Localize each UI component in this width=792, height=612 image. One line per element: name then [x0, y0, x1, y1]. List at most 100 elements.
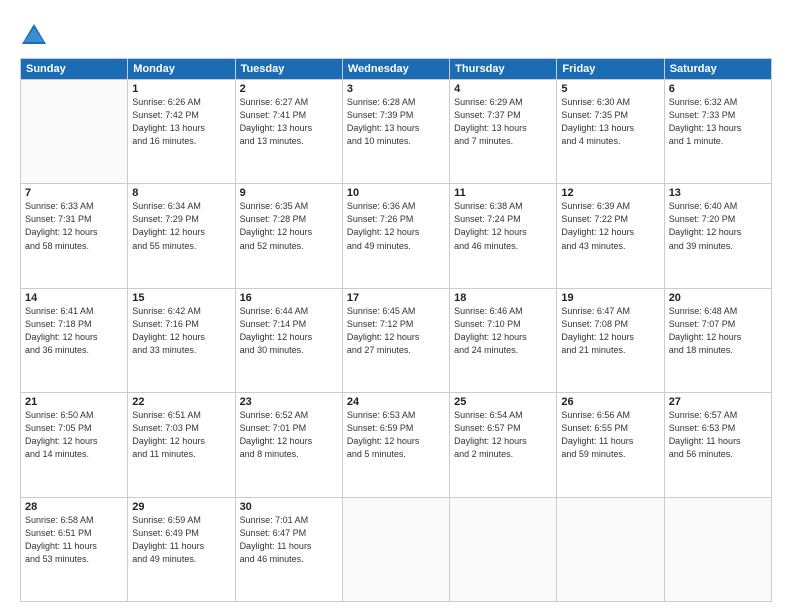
calendar-cell: 24Sunrise: 6:53 AMSunset: 6:59 PMDayligh… [342, 393, 449, 497]
day-info: Sunrise: 6:59 AMSunset: 6:49 PMDaylight:… [132, 514, 230, 566]
calendar-week-2: 7Sunrise: 6:33 AMSunset: 7:31 PMDaylight… [21, 184, 772, 288]
weekday-header-saturday: Saturday [664, 59, 771, 80]
day-number: 9 [240, 187, 338, 199]
calendar-cell: 23Sunrise: 6:52 AMSunset: 7:01 PMDayligh… [235, 393, 342, 497]
calendar-cell: 5Sunrise: 6:30 AMSunset: 7:35 PMDaylight… [557, 80, 664, 184]
day-info: Sunrise: 6:57 AMSunset: 6:53 PMDaylight:… [669, 409, 767, 461]
day-info: Sunrise: 6:29 AMSunset: 7:37 PMDaylight:… [454, 96, 552, 148]
weekday-header-tuesday: Tuesday [235, 59, 342, 80]
calendar-cell: 29Sunrise: 6:59 AMSunset: 6:49 PMDayligh… [128, 497, 235, 601]
day-number: 24 [347, 396, 445, 408]
calendar-cell [342, 497, 449, 601]
calendar-cell: 1Sunrise: 6:26 AMSunset: 7:42 PMDaylight… [128, 80, 235, 184]
header [20, 18, 772, 50]
calendar-week-5: 28Sunrise: 6:58 AMSunset: 6:51 PMDayligh… [21, 497, 772, 601]
weekday-header-wednesday: Wednesday [342, 59, 449, 80]
day-number: 15 [132, 292, 230, 304]
day-info: Sunrise: 6:52 AMSunset: 7:01 PMDaylight:… [240, 409, 338, 461]
calendar-cell: 28Sunrise: 6:58 AMSunset: 6:51 PMDayligh… [21, 497, 128, 601]
calendar-cell: 8Sunrise: 6:34 AMSunset: 7:29 PMDaylight… [128, 184, 235, 288]
day-info: Sunrise: 6:27 AMSunset: 7:41 PMDaylight:… [240, 96, 338, 148]
day-info: Sunrise: 7:01 AMSunset: 6:47 PMDaylight:… [240, 514, 338, 566]
calendar-cell: 27Sunrise: 6:57 AMSunset: 6:53 PMDayligh… [664, 393, 771, 497]
day-number: 16 [240, 292, 338, 304]
logo [20, 22, 52, 50]
day-number: 28 [25, 501, 123, 513]
day-number: 2 [240, 83, 338, 95]
day-number: 1 [132, 83, 230, 95]
calendar-cell: 13Sunrise: 6:40 AMSunset: 7:20 PMDayligh… [664, 184, 771, 288]
day-info: Sunrise: 6:56 AMSunset: 6:55 PMDaylight:… [561, 409, 659, 461]
calendar-cell: 9Sunrise: 6:35 AMSunset: 7:28 PMDaylight… [235, 184, 342, 288]
calendar-cell [450, 497, 557, 601]
day-info: Sunrise: 6:47 AMSunset: 7:08 PMDaylight:… [561, 305, 659, 357]
calendar-week-4: 21Sunrise: 6:50 AMSunset: 7:05 PMDayligh… [21, 393, 772, 497]
calendar-cell: 17Sunrise: 6:45 AMSunset: 7:12 PMDayligh… [342, 288, 449, 392]
calendar-cell: 16Sunrise: 6:44 AMSunset: 7:14 PMDayligh… [235, 288, 342, 392]
day-info: Sunrise: 6:41 AMSunset: 7:18 PMDaylight:… [25, 305, 123, 357]
day-info: Sunrise: 6:42 AMSunset: 7:16 PMDaylight:… [132, 305, 230, 357]
day-info: Sunrise: 6:38 AMSunset: 7:24 PMDaylight:… [454, 200, 552, 252]
weekday-header-friday: Friday [557, 59, 664, 80]
day-info: Sunrise: 6:28 AMSunset: 7:39 PMDaylight:… [347, 96, 445, 148]
calendar-cell: 4Sunrise: 6:29 AMSunset: 7:37 PMDaylight… [450, 80, 557, 184]
day-number: 6 [669, 83, 767, 95]
calendar-cell [21, 80, 128, 184]
calendar-cell: 21Sunrise: 6:50 AMSunset: 7:05 PMDayligh… [21, 393, 128, 497]
day-number: 7 [25, 187, 123, 199]
day-number: 4 [454, 83, 552, 95]
day-info: Sunrise: 6:32 AMSunset: 7:33 PMDaylight:… [669, 96, 767, 148]
calendar-week-3: 14Sunrise: 6:41 AMSunset: 7:18 PMDayligh… [21, 288, 772, 392]
calendar-cell: 10Sunrise: 6:36 AMSunset: 7:26 PMDayligh… [342, 184, 449, 288]
day-number: 26 [561, 396, 659, 408]
calendar-cell: 25Sunrise: 6:54 AMSunset: 6:57 PMDayligh… [450, 393, 557, 497]
day-info: Sunrise: 6:50 AMSunset: 7:05 PMDaylight:… [25, 409, 123, 461]
day-number: 10 [347, 187, 445, 199]
weekday-header-sunday: Sunday [21, 59, 128, 80]
day-info: Sunrise: 6:48 AMSunset: 7:07 PMDaylight:… [669, 305, 767, 357]
calendar-cell: 12Sunrise: 6:39 AMSunset: 7:22 PMDayligh… [557, 184, 664, 288]
day-info: Sunrise: 6:34 AMSunset: 7:29 PMDaylight:… [132, 200, 230, 252]
calendar-cell: 26Sunrise: 6:56 AMSunset: 6:55 PMDayligh… [557, 393, 664, 497]
calendar-cell: 14Sunrise: 6:41 AMSunset: 7:18 PMDayligh… [21, 288, 128, 392]
day-number: 25 [454, 396, 552, 408]
day-number: 23 [240, 396, 338, 408]
day-info: Sunrise: 6:58 AMSunset: 6:51 PMDaylight:… [25, 514, 123, 566]
day-info: Sunrise: 6:45 AMSunset: 7:12 PMDaylight:… [347, 305, 445, 357]
calendar-header: SundayMondayTuesdayWednesdayThursdayFrid… [21, 59, 772, 80]
calendar-cell: 11Sunrise: 6:38 AMSunset: 7:24 PMDayligh… [450, 184, 557, 288]
calendar-cell: 30Sunrise: 7:01 AMSunset: 6:47 PMDayligh… [235, 497, 342, 601]
calendar-cell: 22Sunrise: 6:51 AMSunset: 7:03 PMDayligh… [128, 393, 235, 497]
weekday-row: SundayMondayTuesdayWednesdayThursdayFrid… [21, 59, 772, 80]
day-info: Sunrise: 6:39 AMSunset: 7:22 PMDaylight:… [561, 200, 659, 252]
weekday-header-thursday: Thursday [450, 59, 557, 80]
day-number: 13 [669, 187, 767, 199]
day-number: 20 [669, 292, 767, 304]
calendar-cell: 20Sunrise: 6:48 AMSunset: 7:07 PMDayligh… [664, 288, 771, 392]
calendar-cell [664, 497, 771, 601]
day-number: 29 [132, 501, 230, 513]
calendar-cell: 3Sunrise: 6:28 AMSunset: 7:39 PMDaylight… [342, 80, 449, 184]
day-info: Sunrise: 6:51 AMSunset: 7:03 PMDaylight:… [132, 409, 230, 461]
day-info: Sunrise: 6:30 AMSunset: 7:35 PMDaylight:… [561, 96, 659, 148]
day-number: 19 [561, 292, 659, 304]
day-number: 27 [669, 396, 767, 408]
calendar-week-1: 1Sunrise: 6:26 AMSunset: 7:42 PMDaylight… [21, 80, 772, 184]
logo-icon [20, 22, 48, 50]
calendar-cell: 6Sunrise: 6:32 AMSunset: 7:33 PMDaylight… [664, 80, 771, 184]
calendar-cell: 2Sunrise: 6:27 AMSunset: 7:41 PMDaylight… [235, 80, 342, 184]
weekday-header-monday: Monday [128, 59, 235, 80]
day-number: 18 [454, 292, 552, 304]
day-number: 21 [25, 396, 123, 408]
day-info: Sunrise: 6:53 AMSunset: 6:59 PMDaylight:… [347, 409, 445, 461]
calendar-cell: 19Sunrise: 6:47 AMSunset: 7:08 PMDayligh… [557, 288, 664, 392]
day-number: 14 [25, 292, 123, 304]
page: SundayMondayTuesdayWednesdayThursdayFrid… [0, 0, 792, 612]
day-info: Sunrise: 6:26 AMSunset: 7:42 PMDaylight:… [132, 96, 230, 148]
calendar-body: 1Sunrise: 6:26 AMSunset: 7:42 PMDaylight… [21, 80, 772, 602]
calendar-cell [557, 497, 664, 601]
day-number: 11 [454, 187, 552, 199]
day-number: 22 [132, 396, 230, 408]
day-number: 5 [561, 83, 659, 95]
day-info: Sunrise: 6:40 AMSunset: 7:20 PMDaylight:… [669, 200, 767, 252]
